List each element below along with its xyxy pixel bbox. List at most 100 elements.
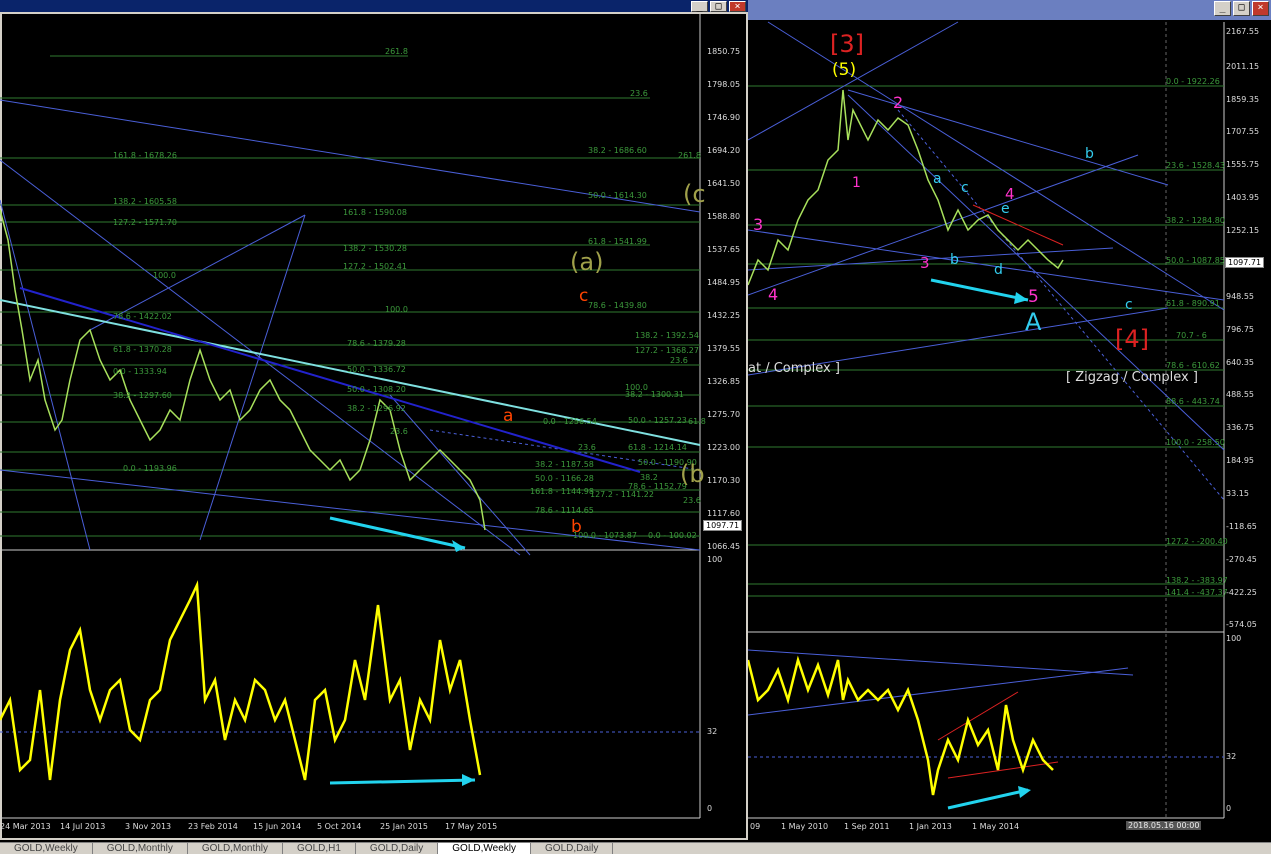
fib-label: 161.8 - 1590.08 bbox=[343, 208, 407, 217]
fib-label: 61.8 - 1370.28 bbox=[113, 345, 172, 354]
fib-label: 100.0 - 1073.87 bbox=[573, 531, 637, 540]
y-tick: 640.35 bbox=[1226, 358, 1254, 367]
tab-gold-daily-2[interactable]: GOLD,Daily bbox=[531, 843, 614, 854]
y-tick: 1275.70 bbox=[707, 410, 741, 419]
wave-label-a-paren: (a) bbox=[570, 248, 604, 276]
wave-label-1: 1 bbox=[852, 175, 861, 191]
fib-label: 23.6 bbox=[670, 356, 688, 365]
fib-label: 70.7 - 6 bbox=[1176, 331, 1207, 340]
fib-label: 138.2 - 1605.58 bbox=[113, 197, 177, 206]
wave-label-b: b bbox=[950, 252, 959, 268]
x-tick: 25 Jan 2015 bbox=[380, 822, 428, 831]
y-tick: 1403.95 bbox=[1226, 193, 1260, 202]
fib-label: 138.2 - 1392.54 bbox=[635, 331, 699, 340]
right-arrow bbox=[930, 278, 1029, 302]
osc-tick: 0 bbox=[707, 804, 713, 813]
y-tick: 184.95 bbox=[1226, 456, 1254, 465]
fib-label: 127.2 - 1502.41 bbox=[343, 262, 407, 271]
wave-label-3b: 3 bbox=[920, 254, 930, 272]
wave-label-c: c bbox=[579, 286, 589, 306]
x-tick: 1 May 2014 bbox=[972, 822, 1020, 831]
fib-label: 161.8 - 1678.26 bbox=[113, 151, 177, 160]
y-tick: -574.05 bbox=[1226, 620, 1257, 629]
right-fib-lines bbox=[748, 85, 1224, 597]
tab-gold-monthly[interactable]: GOLD,Monthly bbox=[93, 843, 188, 854]
y-tick: 1588.80 bbox=[707, 212, 741, 221]
y-tick: 1252.15 bbox=[1226, 226, 1260, 235]
fib-label: 141.4 - -437.37 bbox=[1166, 588, 1228, 597]
tab-gold-weekly[interactable]: GOLD,Weekly bbox=[0, 843, 93, 854]
wave-label-3-big: [3] bbox=[830, 30, 864, 58]
right-osc-trend bbox=[748, 649, 1134, 676]
y-tick: 2167.55 bbox=[1226, 27, 1260, 36]
wave-label-2: 2 bbox=[893, 93, 904, 112]
y-tick: 1859.35 bbox=[1226, 95, 1260, 104]
right-chart-window[interactable]: _ □ × 2167.55 2011.15 1859.35 1707.55 15… bbox=[748, 0, 1271, 840]
fib-label: 38.2 - 1296.92 bbox=[347, 404, 406, 413]
current-price-label: 1097.71 bbox=[1225, 257, 1265, 268]
y-tick: 796.75 bbox=[1226, 325, 1254, 334]
x-tick: 17 May 2015 bbox=[445, 822, 498, 831]
y-tick: 33.15 bbox=[1226, 489, 1249, 498]
fib-label: 50.0 - 1336.72 bbox=[347, 365, 406, 374]
fib-label: 38.2 - 1686.60 bbox=[588, 146, 647, 155]
y-tick: -270.45 bbox=[1226, 555, 1257, 564]
tab-gold-h1[interactable]: GOLD,H1 bbox=[283, 843, 356, 854]
chart-tabs: GOLD,Weekly GOLD,Monthly GOLD,Monthly GO… bbox=[0, 842, 1271, 854]
fib-label: 261.8 bbox=[385, 47, 408, 56]
wave-label-c-paren: (c bbox=[683, 180, 706, 208]
x-tick: 09 bbox=[750, 822, 761, 831]
fib-label: 38.2 - 1297.60 bbox=[113, 391, 172, 400]
right-price-series bbox=[748, 89, 1064, 286]
y-tick: 1170.30 bbox=[707, 476, 741, 485]
y-tick: 1850.75 bbox=[707, 47, 741, 56]
wave-label-d: d bbox=[994, 262, 1003, 278]
wave-label-b: b bbox=[571, 517, 582, 537]
osc-tick: 100 bbox=[1226, 634, 1242, 643]
left-chart-window[interactable]: _ □ × 1850.75 1798.05 1746.90 1694.20 16… bbox=[0, 0, 748, 840]
wave-label-b-paren: (b bbox=[680, 460, 705, 488]
fib-label: 50.0 - 1308.20 bbox=[347, 385, 406, 394]
tab-gold-daily[interactable]: GOLD,Daily bbox=[356, 843, 439, 854]
left-trendlines bbox=[0, 99, 701, 556]
right-trendlines bbox=[748, 21, 1225, 501]
fib-label: 23.6 bbox=[630, 89, 648, 98]
fib-label: 127.2 - 1571.70 bbox=[113, 218, 177, 227]
y-tick: 1117.60 bbox=[707, 509, 741, 518]
left-osc-arrow bbox=[329, 778, 476, 785]
y-tick: -422.25 bbox=[1226, 588, 1257, 597]
fib-label: 100.0 bbox=[385, 305, 408, 314]
right-oscillator bbox=[748, 655, 1054, 796]
fib-label: 38.2 - 1284.80 bbox=[1166, 216, 1225, 225]
fib-label: 0.0 - 1922.26 bbox=[1166, 77, 1220, 86]
x-tick: 14 Jul 2013 bbox=[60, 822, 106, 831]
wave-label-5: 5 bbox=[1028, 287, 1039, 307]
osc-tick: 100 bbox=[707, 555, 723, 564]
current-price-label: 1097.71 bbox=[703, 520, 743, 531]
left-fib-lines bbox=[0, 55, 700, 537]
y-tick: 1555.75 bbox=[1226, 160, 1260, 169]
y-tick: 1641.50 bbox=[707, 179, 741, 188]
y-tick: 2011.15 bbox=[1226, 62, 1260, 71]
wave-label-5-paren: (5) bbox=[832, 60, 857, 80]
fib-label: 23.6 bbox=[578, 443, 596, 452]
fib-label: 50.0 - 1087.85 bbox=[1166, 256, 1225, 265]
y-tick: -118.65 bbox=[1226, 522, 1257, 531]
fib-label: 261.8 bbox=[678, 151, 701, 160]
fib-label: 78.6 - 1379.28 bbox=[347, 339, 406, 348]
x-tick: 15 Jun 2014 bbox=[253, 822, 302, 831]
tab-gold-monthly-2[interactable]: GOLD,Monthly bbox=[188, 843, 284, 854]
y-tick: 1379.55 bbox=[707, 344, 741, 353]
tab-gold-weekly-active[interactable]: GOLD,Weekly bbox=[438, 843, 532, 854]
fib-label: 23.6 - 1528.43 bbox=[1166, 161, 1225, 170]
fib-label: 78.6 - 1114.65 bbox=[535, 506, 594, 515]
pattern-label-left: at / Complex ] bbox=[748, 361, 840, 376]
wave-label-b2: b bbox=[1085, 146, 1094, 162]
fib-label: 161.8 - 1144.98 bbox=[530, 487, 594, 496]
fib-label: 38.2 bbox=[640, 473, 658, 482]
fib-label: 38.2 - 1300.31 bbox=[625, 390, 684, 399]
y-tick: 1694.20 bbox=[707, 146, 741, 155]
fib-label: 78.6 - 1422.02 bbox=[113, 312, 172, 321]
fib-label: 61.8 bbox=[688, 417, 706, 426]
fib-label: 78.6 - 610.62 bbox=[1166, 361, 1220, 370]
